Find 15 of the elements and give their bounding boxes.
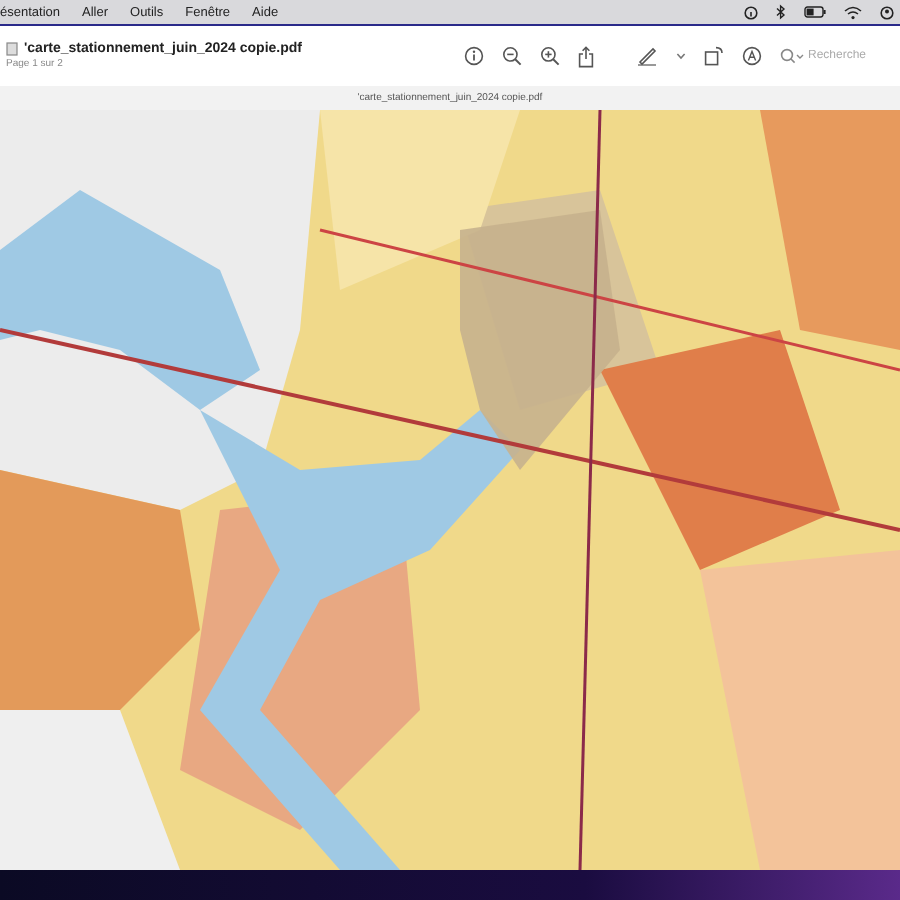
share-icon[interactable]	[578, 45, 594, 67]
rotate-icon[interactable]	[704, 46, 724, 66]
document-icon	[6, 42, 18, 56]
info-icon[interactable]	[744, 5, 758, 19]
chevron-down-icon[interactable]	[676, 52, 686, 60]
markup-icon[interactable]	[742, 46, 762, 66]
zoom-out-icon[interactable]	[502, 46, 522, 66]
bluetooth-icon[interactable]	[776, 4, 786, 20]
info-icon[interactable]	[464, 46, 484, 66]
user-icon[interactable]	[880, 5, 894, 19]
search-icon	[780, 48, 804, 64]
zoom-in-icon[interactable]	[540, 46, 560, 66]
wifi-icon[interactable]	[844, 5, 862, 19]
pen-icon[interactable]	[636, 46, 658, 66]
battery-icon[interactable]	[804, 6, 826, 18]
